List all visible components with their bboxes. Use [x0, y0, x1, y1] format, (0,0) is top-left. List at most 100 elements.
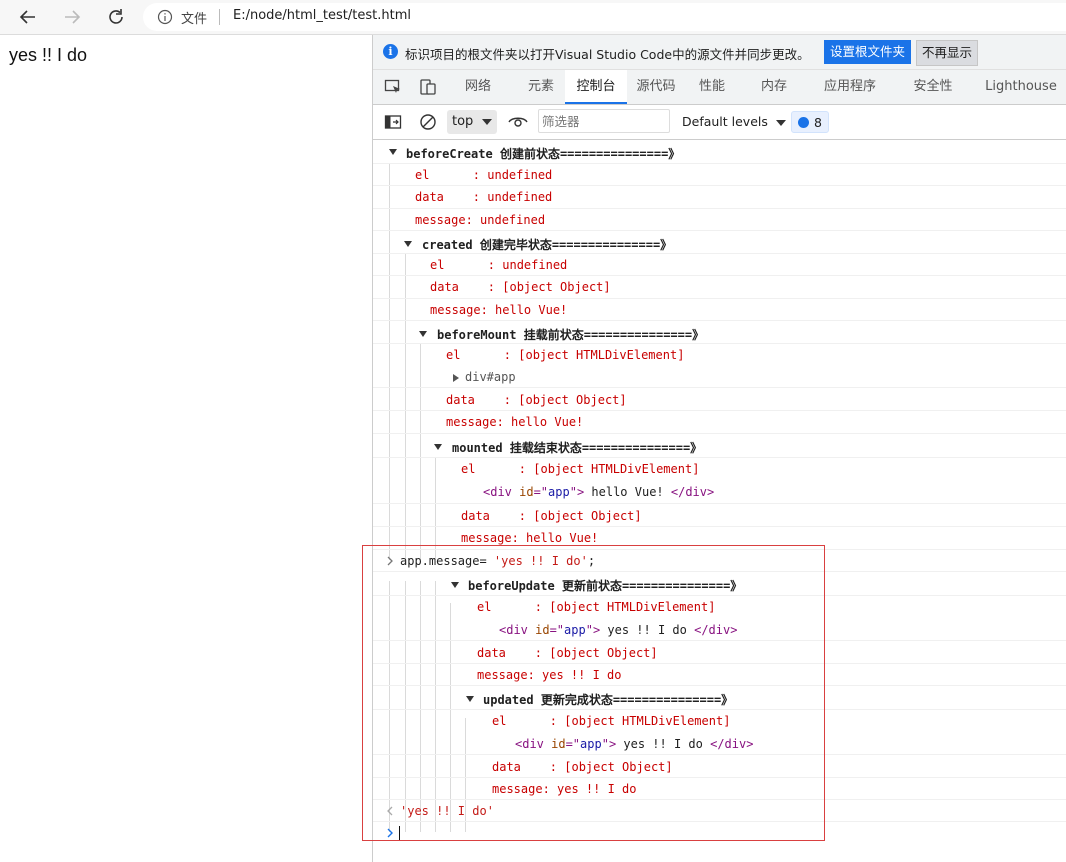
expand-triangle-icon[interactable]: [404, 241, 412, 247]
console-log-row: data : [object Object]: [373, 641, 1066, 664]
html-tag: ">: [601, 737, 617, 751]
log-text: data : [object Object]: [461, 509, 642, 523]
tab-lighthouse[interactable]: Lighthouse: [981, 70, 1061, 104]
console-node-row[interactable]: <div id="app"> hello Vue! </div>: [373, 480, 1066, 504]
input-code: ;: [587, 554, 596, 568]
html-attr: id: [535, 623, 550, 637]
sidebar-toggle-icon[interactable]: [384, 113, 402, 131]
log-levels-label: Default levels: [682, 114, 768, 129]
console-node-row[interactable]: <div id="app"> yes !! I do </div>: [373, 732, 1066, 755]
dom-node-html[interactable]: <div id="app"> hello Vue! </div>: [483, 485, 714, 499]
dom-node-html[interactable]: <div id="app"> yes !! I do </div>: [515, 737, 753, 751]
console-result-row: 'yes !! I do': [373, 800, 1066, 822]
log-levels-dropdown[interactable]: Default levels: [682, 105, 786, 139]
console-prompt[interactable]: [373, 822, 1066, 844]
console-group-mounted[interactable]: mounted 挂载结束状态===============》: [373, 434, 1066, 458]
console-log-row: message: undefined: [373, 209, 1066, 231]
console-log-row: message: hello Vue!: [373, 299, 1066, 321]
html-tag: =": [533, 485, 549, 499]
html-attr: id: [519, 485, 534, 499]
refresh-icon: [109, 9, 123, 24]
tab-application[interactable]: 应用程序: [814, 70, 886, 104]
html-tag: </div>: [670, 485, 715, 499]
console-node-row[interactable]: div#app: [373, 366, 1066, 388]
log-text: el : [object HTMLDivElement]: [461, 462, 700, 476]
html-tag: =": [565, 737, 581, 751]
expand-triangle-icon[interactable]: [466, 696, 474, 702]
expand-triangle-icon[interactable]: [453, 374, 459, 382]
filter-input[interactable]: 筛选器: [538, 109, 670, 133]
result-value: 'yes !! I do': [400, 804, 494, 818]
html-tag: </div>: [710, 737, 754, 751]
console-log-row: el : undefined: [373, 254, 1066, 276]
html-attr-value: app: [580, 737, 602, 751]
context-selector[interactable]: top: [447, 110, 497, 134]
log-text: data : undefined: [415, 190, 553, 204]
console-log-row: data : [object Object]: [373, 276, 1066, 299]
dom-node-html[interactable]: <div id="app"> yes !! I do </div>: [499, 623, 737, 637]
group-title: mounted: [452, 441, 503, 455]
log-text: data : [object Object]: [446, 393, 627, 407]
forward-button[interactable]: [59, 4, 85, 30]
group-title-suffix: 创建完毕状态===============》: [479, 238, 673, 252]
input-code: app.message=: [400, 554, 494, 568]
info-icon[interactable]: [157, 9, 173, 25]
log-text: el : [object HTMLDivElement]: [446, 348, 685, 362]
html-tag: <div: [483, 485, 520, 499]
log-text: el : undefined: [430, 258, 568, 272]
console-group-updated[interactable]: updated 更新完成状态===============》: [373, 686, 1066, 710]
page-content: yes !! I do: [9, 45, 88, 65]
context-value: top: [452, 114, 474, 129]
clear-console-icon[interactable]: [419, 113, 437, 131]
tab-elements[interactable]: 元素: [516, 70, 566, 104]
console-log-row: el : [object HTMLDivElement]: [373, 596, 1066, 618]
dom-node-link[interactable]: div#app: [465, 370, 516, 384]
browser-toolbar: 文件 E:/node/html_test/test.html: [0, 0, 1066, 35]
html-tag: =": [549, 623, 565, 637]
console-group-beforemount[interactable]: beforeMount 挂载前状态===============》: [373, 321, 1066, 344]
log-text: message: hello Vue!: [446, 415, 584, 429]
back-button[interactable]: [15, 4, 41, 30]
device-toolbar-icon[interactable]: [419, 78, 437, 96]
log-text: el : [object HTMLDivElement]: [492, 714, 731, 728]
issues-counter[interactable]: 8: [791, 111, 829, 133]
expand-triangle-icon[interactable]: [451, 582, 459, 588]
tab-security[interactable]: 安全性: [903, 70, 963, 104]
refresh-button[interactable]: [103, 4, 129, 30]
console-log-row: el : [object HTMLDivElement]: [373, 710, 1066, 732]
html-text: hello Vue!: [584, 485, 671, 499]
group-title-suffix: 挂载结束状态===============》: [509, 441, 703, 455]
url-text[interactable]: E:/node/html_test/test.html: [233, 8, 411, 23]
console-log-row: el : undefined: [373, 164, 1066, 186]
html-text: yes !! I do: [616, 737, 711, 751]
chevron-down-icon: [482, 119, 492, 125]
console-log-row: el : [object HTMLDivElement]: [373, 458, 1066, 480]
console-group-created[interactable]: created 创建完毕状态===============》: [373, 231, 1066, 254]
console-log-row: data : [object Object]: [373, 388, 1066, 411]
inspect-element-icon[interactable]: [384, 78, 402, 96]
issues-count: 8: [814, 115, 822, 130]
tab-network[interactable]: 网络: [453, 70, 503, 104]
dont-show-again-button[interactable]: 不再显示: [916, 40, 979, 66]
tab-memory[interactable]: 内存: [750, 70, 798, 104]
console-log-row: el : [object HTMLDivElement]: [373, 344, 1066, 366]
expand-triangle-icon[interactable]: [419, 331, 427, 337]
log-text: message: hello Vue!: [461, 531, 599, 545]
console-group-beforecreate[interactable]: beforeCreate 创建前状态===============》: [373, 140, 1066, 164]
console-input-row[interactable]: app.message= 'yes !! I do';: [373, 550, 1066, 572]
set-root-folder-button[interactable]: 设置根文件夹: [824, 40, 912, 64]
console-output: beforeCreate 创建前状态===============》 el : …: [373, 140, 1066, 862]
console-group-beforeupdate[interactable]: beforeUpdate 更新前状态===============》: [373, 572, 1066, 596]
text-cursor: [399, 826, 400, 840]
arrow-left-icon: [19, 10, 35, 24]
tab-sources[interactable]: 源代码: [630, 70, 682, 104]
devtools-panel: i 标识项目的根文件夹以打开Visual Studio Code中的源文件并同步…: [372, 35, 1066, 862]
expand-triangle-icon[interactable]: [389, 149, 397, 155]
tab-console[interactable]: 控制台: [565, 70, 627, 104]
live-expression-eye-icon[interactable]: [508, 113, 528, 131]
tab-performance[interactable]: 性能: [688, 70, 736, 104]
expand-triangle-icon[interactable]: [434, 444, 442, 450]
console-node-row[interactable]: <div id="app"> yes !! I do </div>: [373, 618, 1066, 641]
address-bar[interactable]: 文件 E:/node/html_test/test.html: [143, 3, 1066, 31]
log-text: message: undefined: [415, 213, 546, 227]
